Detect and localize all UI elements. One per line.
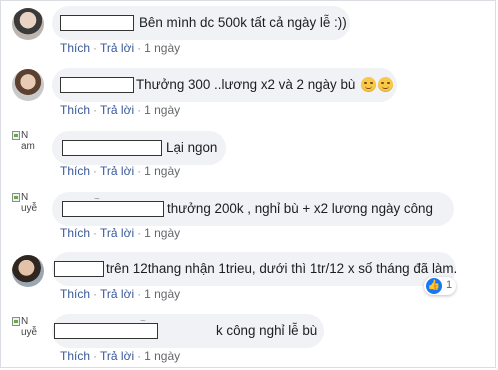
comment-actions: Thích · Trả lời · 1 ngày	[60, 349, 181, 363]
avatar[interactable]	[12, 255, 44, 287]
comment-text: Lại ngon	[166, 140, 218, 155]
comment-bubble: Thưởng 300 ..lương x2 và 2 ngày bù	[52, 68, 397, 102]
timestamp[interactable]: 1 ngày	[144, 164, 180, 178]
reply-link[interactable]: Trả lời	[100, 103, 134, 117]
avatar-alt-text: N am	[21, 130, 35, 152]
redacted-name	[60, 15, 134, 31]
broken-image-icon	[12, 317, 20, 326]
timestamp[interactable]: 1 ngày	[144, 226, 180, 240]
avatar[interactable]: N uyễ	[12, 316, 42, 348]
like-link[interactable]: Thích	[60, 226, 90, 240]
comment-actions: Thích · Trả lời · 1 ngày	[60, 287, 181, 301]
comment-bubble: ~ thưởng 200k , nghỉ bù + x2 lương ngày …	[52, 192, 454, 226]
thumbs-up-icon: 👍	[426, 278, 442, 294]
redacted-name	[62, 201, 164, 217]
comment-item: Thưởng 300 ..lương x2 và 2 ngày bù Thích…	[0, 62, 498, 122]
comment-text: thưởng 200k , nghỉ bù + x2 lương ngày cô…	[167, 201, 433, 216]
reaction-count[interactable]: 👍 1	[424, 277, 456, 295]
comment-item: trên 12thang nhận 1trieu, dưới thì 1tr/1…	[0, 248, 498, 308]
reply-link[interactable]: Trả lời	[100, 349, 134, 363]
reply-link[interactable]: Trả lời	[100, 226, 134, 240]
comment-item: N uyễ ~ k công nghỉ lễ bù Thích · Trả lời ·…	[0, 310, 498, 370]
redacted-name	[54, 261, 104, 277]
comment-item: Bên mình dc 500k tất cả ngày lễ :)) Thíc…	[0, 0, 498, 60]
comment-text: Bên mình dc 500k tất cả ngày lễ :))	[139, 15, 347, 30]
timestamp[interactable]: 1 ngày	[144, 103, 180, 117]
avatar[interactable]	[12, 69, 44, 101]
timestamp[interactable]: 1 ngày	[144, 349, 180, 363]
comment-text: trên 12thang nhận 1trieu, dưới thì 1tr/1…	[106, 261, 458, 276]
avatar-alt-text: N uyễ	[21, 316, 38, 338]
broken-image-icon	[12, 131, 20, 140]
comment-item: N am Lại ngon Thích · Trả lời · 1 ngày	[0, 125, 498, 185]
reply-link[interactable]: Trả lời	[100, 164, 134, 178]
comment-bubble: trên 12thang nhận 1trieu, dưới thì 1tr/1…	[52, 252, 458, 286]
avatar[interactable]: N am	[12, 130, 42, 162]
comment-bubble: Lại ngon	[52, 131, 226, 165]
reply-link[interactable]: Trả lời	[100, 287, 134, 301]
like-link[interactable]: Thích	[60, 103, 90, 117]
comment-bubble: Bên mình dc 500k tất cả ngày lễ :))	[52, 6, 350, 40]
smiling-face-icon	[361, 77, 377, 92]
comment-actions: Thích · Trả lời · 1 ngày	[60, 103, 181, 117]
comment-text: k công nghỉ lễ bù	[216, 323, 318, 338]
comment-bubble: ~ k công nghỉ lễ bù	[52, 314, 324, 348]
smiling-face-icon	[378, 77, 394, 92]
timestamp[interactable]: 1 ngày	[144, 287, 180, 301]
like-link[interactable]: Thích	[60, 164, 90, 178]
comment-actions: Thích · Trả lời · 1 ngày	[60, 226, 181, 240]
avatar[interactable]: N uyễ	[12, 192, 42, 224]
comment-actions: Thích · Trả lời · 1 ngày	[60, 164, 181, 178]
reply-link[interactable]: Trả lời	[100, 41, 134, 55]
like-link[interactable]: Thích	[60, 287, 90, 301]
redacted-name	[62, 140, 162, 156]
avatar-alt-text: N uyễ	[21, 192, 38, 214]
comment-text: Thưởng 300 ..lương x2 và 2 ngày bù	[136, 77, 394, 93]
timestamp[interactable]: 1 ngày	[144, 41, 180, 55]
broken-image-icon	[12, 193, 20, 202]
comment-item: N uyễ ~ thưởng 200k , nghỉ bù + x2 lương…	[0, 186, 498, 246]
redacted-name	[60, 77, 134, 93]
like-link[interactable]: Thích	[60, 41, 90, 55]
avatar[interactable]	[12, 8, 44, 40]
redacted-name	[54, 323, 158, 339]
comment-actions: Thích · Trả lời · 1 ngày	[60, 41, 181, 55]
like-link[interactable]: Thích	[60, 349, 90, 363]
